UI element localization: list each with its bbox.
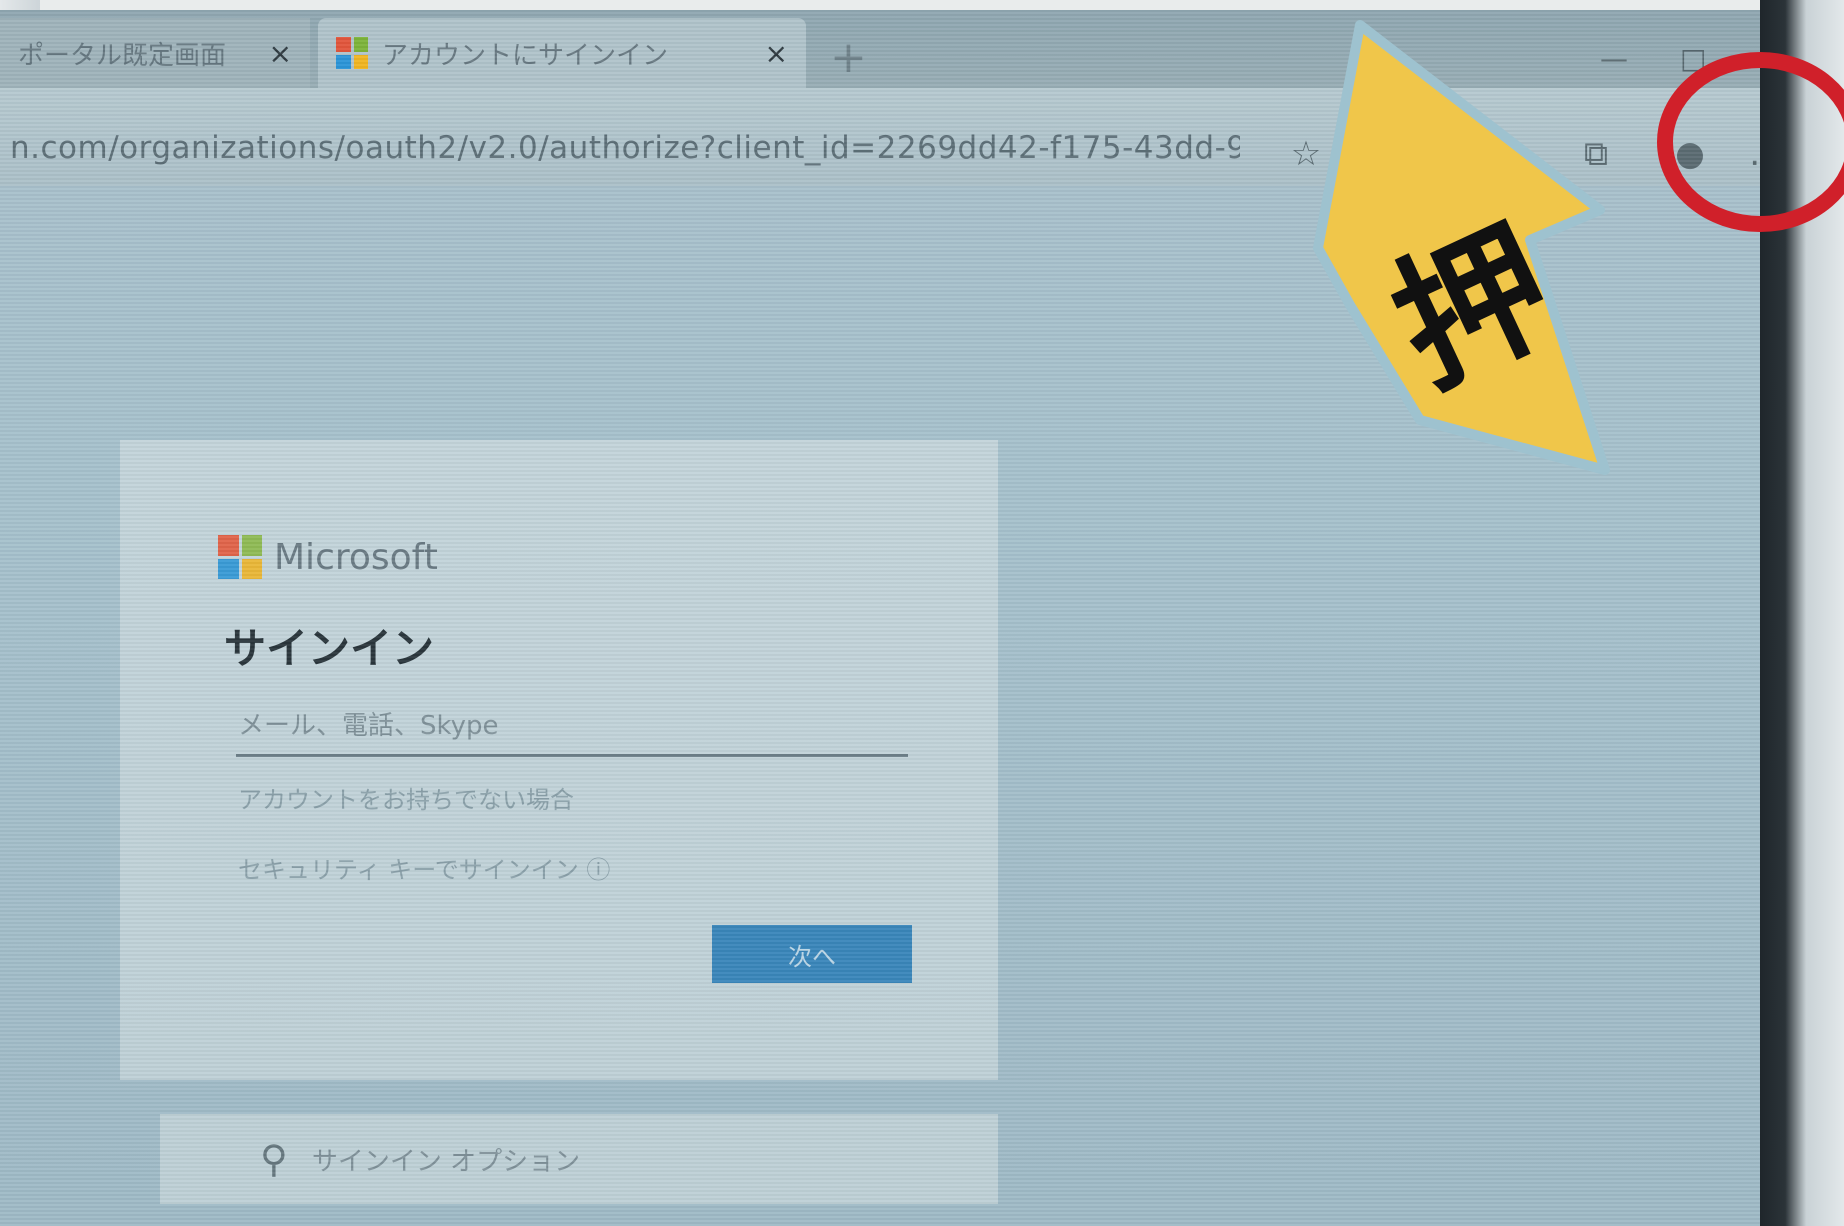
monitor-screen: ポータル既定画面 × アカウントにサインイン × + — □ n.com/org… — [0, 10, 1810, 1226]
signin-options-button[interactable]: ⚲ サインイン オプション — [160, 1114, 998, 1204]
signin-card: Microsoft サインイン アカウントをお持ちでない場合 セキュリティ キー… — [120, 440, 998, 1080]
maximize-icon[interactable]: □ — [1680, 42, 1706, 75]
url-field[interactable]: n.com/organizations/oauth2/v2.0/authoriz… — [10, 130, 1240, 166]
microsoft-logo-icon — [218, 535, 262, 579]
tab-title: ポータル既定画面 — [18, 40, 227, 71]
no-account-link[interactable]: アカウントをお持ちでない場合 — [238, 780, 574, 815]
page-title: サインイン — [224, 624, 435, 673]
add-favorite-icon[interactable]: ☆ — [1284, 132, 1328, 176]
microsoft-favicon-icon — [336, 37, 368, 69]
microsoft-logo: Microsoft — [218, 535, 438, 579]
collections-icon[interactable]: ⧉ — [1574, 132, 1618, 176]
extensions-icon[interactable]: ✣ — [1380, 132, 1424, 176]
tab-portal[interactable]: ポータル既定画面 × — [0, 18, 310, 88]
tab-title: アカウントにサインイン — [382, 40, 669, 71]
signin-options-label: サインイン オプション — [311, 1146, 581, 1177]
address-bar: n.com/organizations/oauth2/v2.0/authoriz… — [0, 88, 1810, 186]
security-key-link[interactable]: セキュリティ キーでサインイン ⓘ — [238, 850, 610, 885]
tab-signin[interactable]: アカウントにサインイン × — [318, 18, 806, 88]
email-field[interactable] — [236, 698, 908, 757]
brand-name: Microsoft — [274, 536, 438, 578]
profile-icon[interactable]: ● — [1668, 132, 1712, 176]
close-tab-icon[interactable]: × — [765, 37, 788, 70]
monitor-bezel — [1760, 0, 1844, 1226]
minimize-icon[interactable]: — — [1600, 42, 1628, 75]
close-tab-icon[interactable]: × — [269, 37, 292, 70]
new-tab-button[interactable]: + — [830, 32, 867, 83]
tab-bar: ポータル既定画面 × アカウントにサインイン × + — □ — [0, 10, 1810, 88]
next-button[interactable]: 次へ — [712, 925, 912, 983]
key-icon: ⚲ — [260, 1137, 288, 1181]
